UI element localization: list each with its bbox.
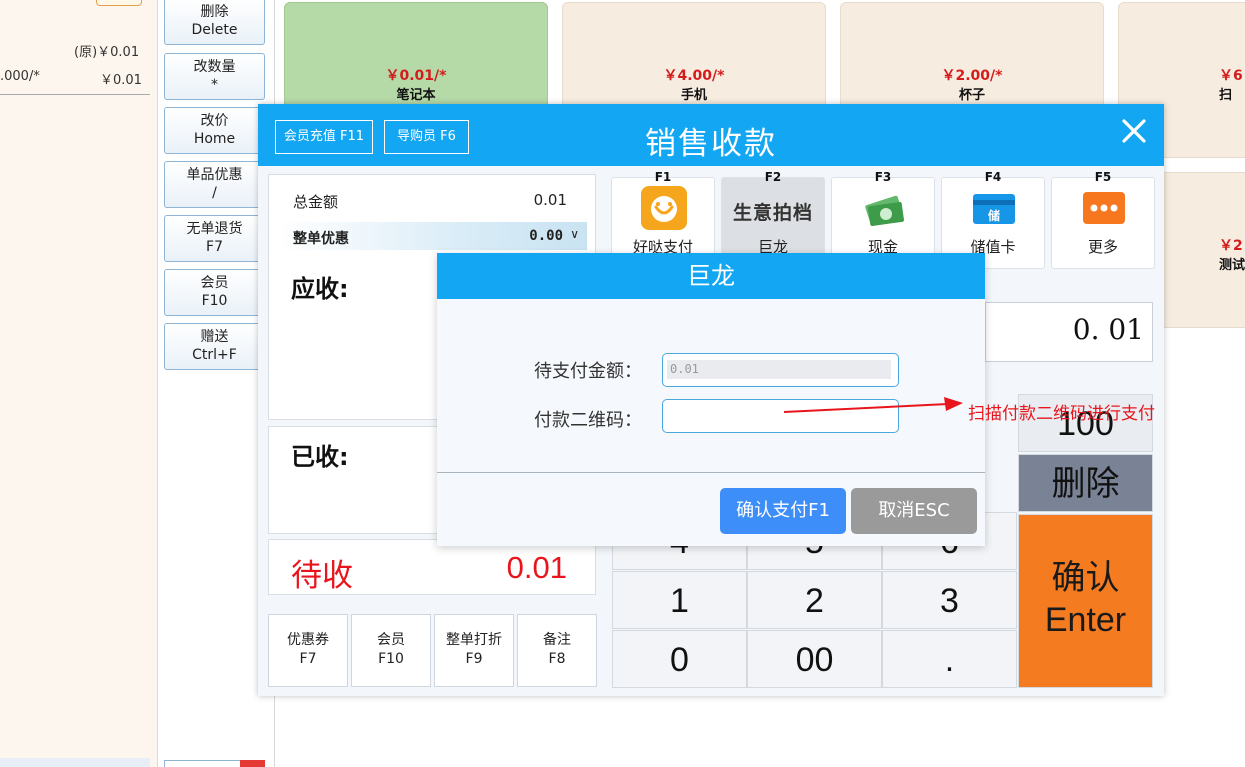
order-footer-strip (0, 758, 150, 767)
product-name: 杯子 (958, 88, 985, 103)
pending-amount-label: 待支付金额： (534, 361, 642, 382)
side-bottom-badge (240, 760, 265, 767)
item-discount-button[interactable]: 单品优惠 / (164, 161, 265, 208)
confirm-key-line2: Enter (1044, 601, 1127, 639)
order-item-quantity: .000/* (0, 69, 40, 84)
gift-button[interactable]: 赠送 Ctrl+F (164, 323, 265, 370)
order-discount-value: 0.00 (529, 228, 563, 244)
julong-dialog-title: 巨龙 (437, 253, 985, 299)
hotkey-label: F4 (984, 170, 1002, 184)
product-price: ￥0.01/* (385, 68, 447, 84)
confirm-enter-key[interactable]: 确认 Enter (1018, 514, 1153, 688)
shengyi-paidang-logo: 生意拍档 (732, 202, 813, 224)
hotkey-label: F1 (654, 170, 672, 184)
pay-method-more[interactable]: F5 更多 (1051, 170, 1155, 269)
pending-amount-value: 0.01 (667, 360, 891, 379)
coupon-button[interactable]: 优惠券 F7 (268, 614, 348, 687)
payment-amount-input[interactable]: 0. 01 (985, 302, 1153, 362)
key-2[interactable]: 2 (747, 571, 882, 629)
more-icon (1083, 192, 1125, 224)
change-price-button[interactable]: 改价 Home (164, 107, 265, 154)
key-dot[interactable]: . (882, 630, 1017, 688)
cancel-button[interactable]: 取消ESC (851, 488, 977, 534)
hotkey-label: F3 (874, 170, 892, 184)
order-discount-button[interactable]: 整单打折 F9 (434, 614, 514, 687)
order-item-price: ￥0.01 (100, 73, 142, 88)
remark-button[interactable]: 备注 F8 (517, 614, 597, 687)
due-label: 待收 (291, 558, 353, 594)
product-name: 测试 (1219, 258, 1245, 273)
change-quantity-button[interactable]: 改数量 * (164, 53, 265, 100)
confirm-payment-button[interactable]: 确认支付F1 (720, 488, 846, 534)
key-delete[interactable]: 删除 (1018, 454, 1153, 512)
received-label: 已收: (291, 443, 349, 471)
chevron-down-icon: ∨ (570, 227, 579, 241)
hotkey-label: F5 (1094, 170, 1112, 184)
product-price: ￥2.00/* (941, 68, 1003, 84)
product-name: 手机 (680, 88, 707, 103)
dialog-divider (437, 472, 985, 473)
return-without-receipt-button[interactable]: 无单退货 F7 (164, 215, 265, 262)
annotation-text: 扫描付款二维码进行支付 (968, 404, 1155, 424)
original-price-text: (原)￥0.01 (74, 45, 140, 60)
order-discount-label: 整单优惠 (293, 231, 349, 247)
due-value: 0.01 (506, 550, 567, 585)
cash-icon (865, 195, 904, 227)
hotkey-label: F2 (764, 170, 782, 184)
confirm-key-line1: 确认 (1051, 559, 1120, 597)
product-name: 扫 (1219, 88, 1233, 103)
sales-dialog-title: 销售收款 (645, 126, 777, 162)
due-panel: 待收 0.01 (268, 539, 596, 595)
sales-dialog-header: 会员充值 F11 导购员 F6 销售收款 (258, 104, 1164, 166)
order-list-panel: (原)￥0.01 .000/* ￥0.01 (0, 0, 158, 767)
total-amount-value: 0.01 (533, 191, 567, 209)
pay-method-label: 更多 (1087, 238, 1118, 256)
pending-amount-field: 0.01 (662, 353, 899, 387)
haoda-pay-icon (641, 186, 687, 230)
annotation-arrow-icon (783, 397, 963, 413)
key-3[interactable]: 3 (882, 571, 1017, 629)
order-discount-row[interactable]: 整单优惠 0.00 ∨ (279, 222, 587, 250)
receivable-label: 应收: (291, 275, 349, 303)
close-icon[interactable] (1119, 116, 1149, 146)
total-amount-label: 总金额 (293, 193, 339, 211)
key-1[interactable]: 1 (612, 571, 747, 629)
key-00[interactable]: 00 (747, 630, 882, 688)
pos-screen: (原)￥0.01 .000/* ￥0.01 删除 Delete 改数量 * 改价… (0, 0, 1245, 767)
product-price: ￥4.00/* (663, 68, 725, 84)
member-badge (96, 0, 142, 6)
order-divider (0, 94, 150, 95)
product-price: ￥6 (1219, 68, 1243, 84)
product-name: 笔记本 (396, 88, 436, 103)
card-glyph: 储 (988, 208, 1000, 223)
delete-button[interactable]: 删除 Delete (164, 0, 265, 45)
payment-qr-label: 付款二维码： (534, 410, 642, 431)
key-0[interactable]: 0 (612, 630, 747, 688)
member-button[interactable]: 会员 F10 (164, 269, 265, 316)
stored-value-card-icon: 储 (973, 194, 1015, 224)
member-f10-button[interactable]: 会员 F10 (351, 614, 431, 687)
product-price: ￥2 (1219, 238, 1243, 254)
